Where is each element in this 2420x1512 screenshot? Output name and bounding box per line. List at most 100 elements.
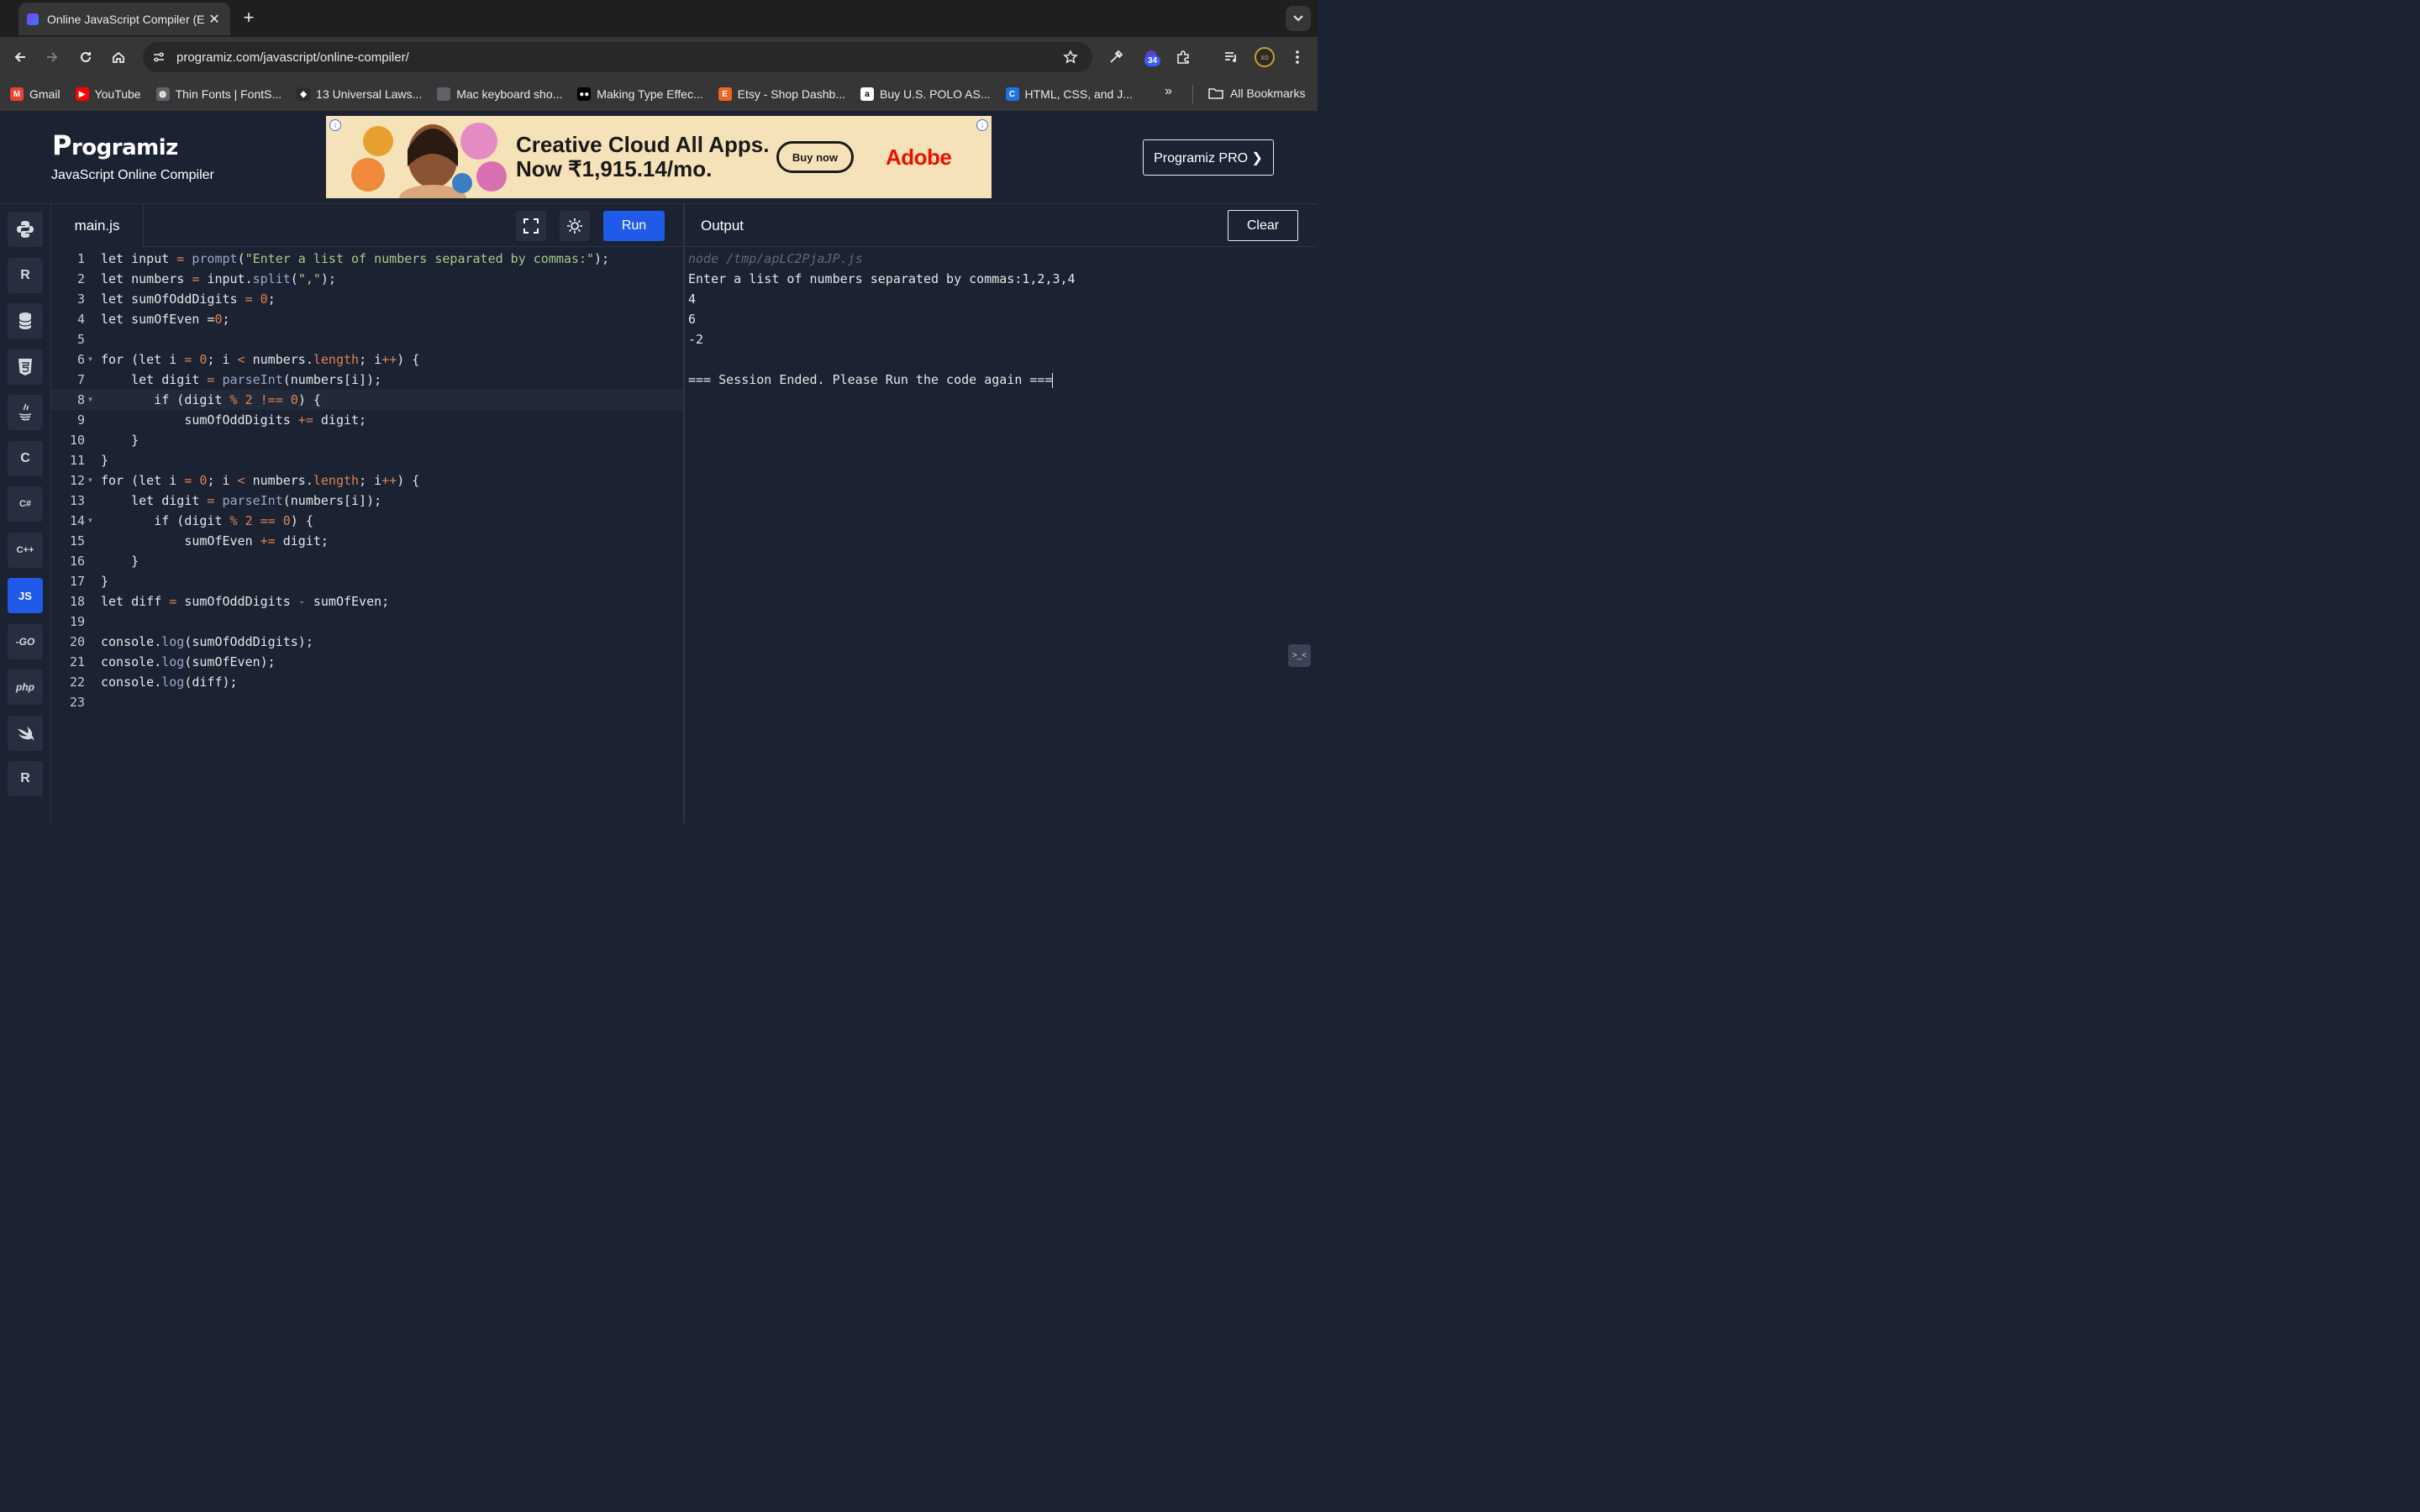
site-info-icon[interactable] bbox=[145, 44, 172, 71]
fold-arrow-icon[interactable]: ▼ bbox=[88, 511, 92, 531]
code-line[interactable]: 4 let sumOfEven =0; bbox=[51, 309, 683, 329]
java-icon[interactable] bbox=[8, 395, 43, 430]
code-line[interactable]: 14 ▼ if (digit % 2 == 0) { bbox=[51, 511, 683, 531]
code-line[interactable]: 5 bbox=[51, 329, 683, 349]
tab-search-chevron-icon[interactable] bbox=[1286, 6, 1311, 31]
code-text: let sumOfOddDigits = 0; bbox=[101, 291, 276, 307]
code-text: for (let i = 0; i < numbers.length; i++)… bbox=[101, 352, 420, 367]
html5-icon[interactable] bbox=[8, 349, 43, 385]
javascript-icon[interactable]: JS bbox=[8, 578, 43, 613]
back-arrow-icon[interactable] bbox=[10, 47, 30, 67]
fold-arrow-icon[interactable]: ▼ bbox=[88, 470, 92, 491]
code-line[interactable]: 10 } bbox=[51, 430, 683, 450]
forward-arrow-icon[interactable] bbox=[42, 47, 62, 67]
fold-arrow-icon[interactable]: ▼ bbox=[88, 349, 92, 370]
output-console[interactable]: node /tmp/apLC2PjaJP.js Enter a list of n… bbox=[685, 248, 1318, 823]
line-number: 21 bbox=[69, 654, 85, 669]
output-line: 6 bbox=[688, 312, 697, 327]
eyedropper-extension-icon[interactable] bbox=[1106, 47, 1126, 67]
code-line[interactable]: 1 let input = prompt("Enter a list of num… bbox=[51, 249, 683, 269]
puzzle-extensions-icon[interactable] bbox=[1173, 47, 1193, 67]
language-label: R bbox=[20, 267, 30, 282]
line-number: 10 bbox=[69, 433, 85, 448]
bookmark-star-icon[interactable] bbox=[1057, 44, 1084, 71]
go-icon[interactable]: -GO bbox=[8, 623, 43, 659]
code-line[interactable]: 21 console.log(sumOfEven); bbox=[51, 652, 683, 672]
apple-icon bbox=[437, 87, 451, 101]
code-line[interactable]: 13 let digit = parseInt(numbers[i]); bbox=[51, 491, 683, 511]
bookmark-item[interactable]: ▶ YouTube bbox=[75, 87, 141, 101]
reload-icon[interactable] bbox=[76, 47, 96, 67]
bookmark-item[interactable]: ◆ 13 Universal Laws... bbox=[297, 87, 422, 101]
rust-icon[interactable]: R bbox=[8, 761, 43, 796]
code-line[interactable]: 17} bbox=[51, 571, 683, 591]
r-icon[interactable]: R bbox=[8, 257, 43, 293]
new-tab-button[interactable]: + bbox=[239, 8, 259, 29]
bookmarks-overflow-icon[interactable]: » bbox=[1165, 84, 1172, 99]
tab-title: Online JavaScript Compiler (E bbox=[47, 12, 205, 26]
cpp-icon[interactable]: C++ bbox=[8, 532, 43, 568]
line-number: 18 bbox=[69, 594, 85, 609]
code-line[interactable]: 7 let digit = parseInt(numbers[i]); bbox=[51, 370, 683, 390]
bookmark-item[interactable]: a Buy U.S. POLO AS... bbox=[860, 87, 991, 101]
code-line[interactable]: 2 let numbers = input.split(","); bbox=[51, 269, 683, 289]
ad-close-icon[interactable]: i bbox=[976, 119, 988, 131]
code-line[interactable]: 12 ▼ for (let i = 0; i < numbers.length; i… bbox=[51, 470, 683, 491]
code-line[interactable]: 9 sumOfOddDigits += digit; bbox=[51, 410, 683, 430]
line-number: 22 bbox=[69, 675, 85, 690]
home-icon[interactable] bbox=[108, 47, 129, 67]
line-number: 17 bbox=[69, 574, 85, 589]
line-number: 6 bbox=[76, 352, 85, 367]
line-number: 16 bbox=[69, 554, 85, 569]
code-line[interactable]: 18 let diff = sumOfOddDigits - sumOfEven; bbox=[51, 591, 683, 612]
fullscreen-icon[interactable] bbox=[516, 211, 546, 241]
c-icon[interactable]: C bbox=[8, 440, 43, 476]
output-header: Output Clear bbox=[685, 204, 1318, 247]
ad-buy-now-button[interactable]: Buy now bbox=[776, 141, 854, 173]
code-line[interactable]: 23 bbox=[51, 692, 683, 712]
bookmark-item[interactable]: Mac keyboard sho... bbox=[437, 87, 562, 101]
code-line[interactable]: 6 ▼ for (let i = 0; i < numbers.length; i+… bbox=[51, 349, 683, 370]
code-line[interactable]: 20 console.log(sumOfOddDigits); bbox=[51, 632, 683, 652]
media-controls-icon[interactable] bbox=[1221, 47, 1241, 67]
code-line[interactable]: 16 } bbox=[51, 551, 683, 571]
bookmark-item[interactable]: E Etsy - Shop Dashb... bbox=[718, 87, 845, 101]
php-icon[interactable]: php bbox=[8, 669, 43, 705]
run-button[interactable]: Run bbox=[603, 211, 665, 241]
code-line[interactable]: 3 let sumOfOddDigits = 0; bbox=[51, 289, 683, 309]
ad-choices-icon[interactable]: i bbox=[329, 119, 341, 131]
bookmark-item[interactable]: ◍ Thin Fonts | FontS... bbox=[155, 87, 281, 101]
youtube-icon: ▶ bbox=[75, 87, 89, 101]
bookmark-item[interactable]: C HTML, CSS, and J... bbox=[1005, 87, 1133, 101]
code-line[interactable]: 11} bbox=[51, 450, 683, 470]
bookmark-item[interactable]: ●● Making Type Effec... bbox=[577, 87, 703, 101]
browser-tab[interactable]: Online JavaScript Compiler (E ✕ bbox=[18, 3, 230, 35]
address-bar[interactable]: programiz.com/javascript/online-compiler… bbox=[143, 42, 1092, 72]
bookmarks-bar: M Gmail ▶ YouTube ◍ Thin Fonts | FontS... ◆ 13 … bbox=[0, 77, 1318, 111]
theme-toggle-sun-icon[interactable] bbox=[560, 211, 590, 241]
programiz-logo[interactable]: Programiz bbox=[52, 129, 178, 161]
clear-button[interactable]: Clear bbox=[1228, 210, 1298, 241]
swift-icon[interactable] bbox=[8, 715, 43, 751]
bookmark-item[interactable]: M Gmail bbox=[10, 87, 60, 101]
fold-arrow-icon[interactable]: ▼ bbox=[88, 390, 92, 410]
all-bookmarks-button[interactable]: All Bookmarks bbox=[1208, 87, 1305, 100]
tab-close-icon[interactable]: ✕ bbox=[207, 11, 222, 28]
file-tab-main-js[interactable]: main.js bbox=[51, 204, 144, 247]
programiz-pro-button[interactable]: Programiz PRO ❯ bbox=[1143, 139, 1274, 176]
database-icon[interactable] bbox=[8, 303, 43, 339]
code-line[interactable]: 19 bbox=[51, 612, 683, 632]
python-icon[interactable] bbox=[8, 212, 43, 247]
feedback-widget-icon[interactable]: >_< bbox=[1288, 644, 1311, 667]
profile-avatar[interactable]: xo bbox=[1255, 47, 1275, 67]
code-text: let numbers = input.split(","); bbox=[101, 271, 336, 286]
code-line[interactable]: 15 sumOfEven += digit; bbox=[51, 531, 683, 551]
language-label: R bbox=[20, 771, 30, 785]
adobe-ad-banner[interactable]: Creative Cloud All Apps. Now ₹1,915.14/m… bbox=[326, 116, 992, 198]
code-text: sumOfOddDigits += digit; bbox=[101, 412, 367, 428]
code-line[interactable]: 22 console.log(diff); bbox=[51, 672, 683, 692]
csharp-icon[interactable]: C# bbox=[8, 486, 43, 522]
code-editor[interactable]: 1 let input = prompt("Enter a list of num… bbox=[51, 248, 683, 823]
code-line[interactable]: 8 ▼ if (digit % 2 !== 0) { bbox=[51, 390, 683, 410]
browser-menu-icon[interactable] bbox=[1287, 47, 1307, 67]
